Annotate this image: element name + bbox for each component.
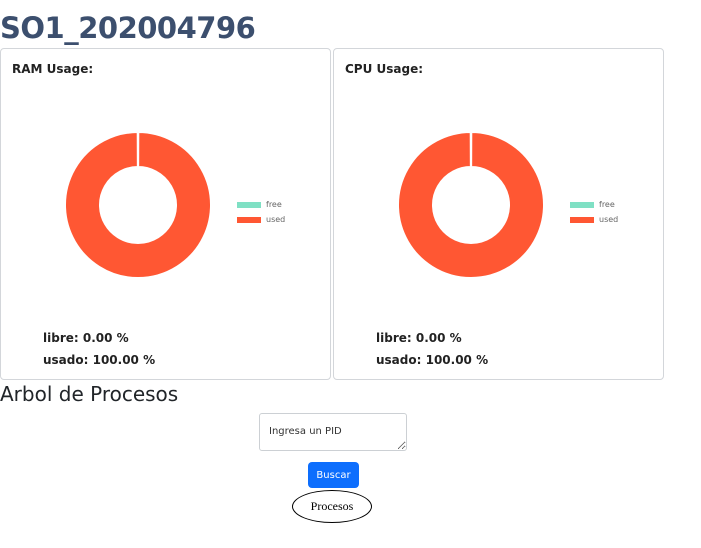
cpu-legend: free used [570, 197, 618, 227]
legend-swatch-free [237, 201, 261, 208]
legend-label-free: free [599, 200, 615, 209]
process-tree-root-label: Procesos [310, 499, 354, 513]
legend-swatch-free [570, 201, 594, 208]
legend-label-used: used [266, 215, 286, 224]
ram-card-title: RAM Usage: [12, 62, 94, 76]
legend-swatch-used [570, 216, 594, 223]
legend-label-free: free [266, 200, 282, 209]
legend-label-used: used [599, 215, 619, 224]
legend-item-used[interactable]: used [237, 212, 285, 227]
legend-item-free[interactable]: free [570, 197, 618, 212]
legend-item-free[interactable]: free [237, 197, 285, 212]
slice-used[interactable] [64, 130, 212, 279]
page-title: SO1_202004796 [0, 11, 256, 45]
legend-swatch-used [237, 216, 261, 223]
cpu-card-title: CPU Usage: [345, 62, 424, 76]
pid-input[interactable] [259, 413, 407, 451]
ram-donut-chart [64, 130, 212, 279]
ram-usado-text: usado: 100.00 % [43, 353, 156, 367]
process-tree-root-node[interactable]: Procesos [292, 490, 372, 523]
ram-legend: free used [237, 197, 285, 227]
cpu-donut-chart [397, 130, 545, 279]
page: SO1_202004796 RAM Usage: free used libre… [0, 0, 701, 548]
search-button[interactable]: Buscar [308, 462, 359, 488]
process-tree-title: Arbol de Procesos [0, 382, 179, 406]
cpu-usage-card: CPU Usage: free used libre: 0.00 % usado… [333, 48, 664, 380]
slice-used[interactable] [397, 130, 545, 279]
cpu-libre-text: libre: 0.00 % [376, 331, 462, 345]
ram-usage-card: RAM Usage: free used libre: 0.00 % usado… [0, 48, 331, 380]
legend-item-used[interactable]: used [570, 212, 618, 227]
ram-libre-text: libre: 0.00 % [43, 331, 129, 345]
cpu-usado-text: usado: 100.00 % [376, 353, 489, 367]
